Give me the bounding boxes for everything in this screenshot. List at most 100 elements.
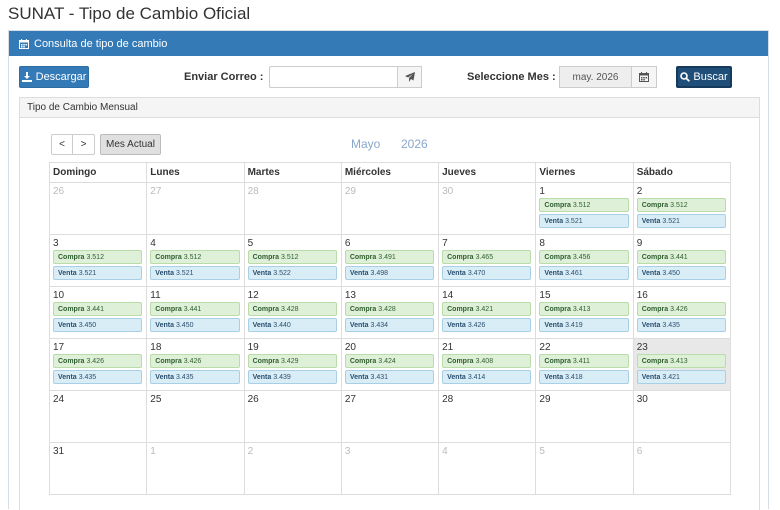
- calendar-day[interactable]: 24: [48, 390, 148, 443]
- calendar-day[interactable]: 20 Compra 3.424 Venta 3.431: [340, 338, 440, 391]
- venta-rate[interactable]: Venta 3.498: [344, 266, 435, 280]
- prev-month-button[interactable]: <: [51, 134, 73, 155]
- compra-rate[interactable]: Compra 3.512: [53, 250, 143, 264]
- calendar-day[interactable]: 2 Compra 3.512 Venta 3.521: [632, 182, 732, 235]
- venta-rate[interactable]: Venta 3.421: [636, 370, 726, 384]
- compra-rate[interactable]: Compra 3.465: [442, 250, 532, 264]
- venta-rate[interactable]: Venta 3.521: [53, 266, 143, 280]
- calendar-day[interactable]: 5 Compra 3.512 Venta 3.522: [243, 234, 342, 287]
- email-input[interactable]: [269, 66, 398, 88]
- calendar-day[interactable]: 5: [535, 442, 634, 495]
- compra-rate[interactable]: Compra 3.421: [442, 302, 532, 316]
- compra-rate[interactable]: Compra 3.441: [636, 250, 726, 264]
- calendar-day[interactable]: 11 Compra 3.441 Venta 3.450: [146, 286, 245, 339]
- calendar-day[interactable]: 21 Compra 3.408 Venta 3.414: [438, 338, 537, 391]
- calendar-day[interactable]: 29: [340, 182, 440, 235]
- venta-rate[interactable]: Venta 3.435: [53, 370, 143, 384]
- compra-rate[interactable]: Compra 3.441: [150, 302, 240, 316]
- calendar-day[interactable]: 2: [243, 442, 342, 495]
- buscar-button[interactable]: Buscar: [676, 66, 732, 88]
- compra-rate[interactable]: Compra 3.456: [539, 250, 629, 264]
- calendar-day[interactable]: 17 Compra 3.426 Venta 3.435: [48, 338, 148, 391]
- venta-rate[interactable]: Venta 3.522: [247, 266, 337, 280]
- compra-rate[interactable]: Compra 3.426: [150, 354, 240, 368]
- calendar-day[interactable]: 6 Compra 3.491 Venta 3.498: [340, 234, 440, 287]
- calendar-day[interactable]: 7 Compra 3.465 Venta 3.470: [438, 234, 537, 287]
- next-month-button[interactable]: >: [73, 134, 95, 155]
- venta-rate[interactable]: Venta 3.440: [247, 318, 337, 332]
- venta-rate[interactable]: Venta 3.434: [344, 318, 435, 332]
- compra-rate[interactable]: Compra 3.411: [539, 354, 629, 368]
- calendar-day[interactable]: 12 Compra 3.428 Venta 3.440: [243, 286, 342, 339]
- calendar-day[interactable]: 4 Compra 3.512 Venta 3.521: [146, 234, 245, 287]
- venta-rate[interactable]: Venta 3.419: [539, 318, 629, 332]
- calendar-day[interactable]: 23 Compra 3.413 Venta 3.421: [632, 338, 732, 391]
- calendar-day[interactable]: 31: [48, 442, 148, 495]
- compra-rate[interactable]: Compra 3.441: [53, 302, 143, 316]
- venta-rate[interactable]: Venta 3.470: [442, 266, 532, 280]
- compra-rate[interactable]: Compra 3.408: [442, 354, 532, 368]
- compra-rate[interactable]: Compra 3.512: [539, 198, 629, 212]
- venta-rate[interactable]: Venta 3.461: [539, 266, 629, 280]
- compra-rate[interactable]: Compra 3.428: [247, 302, 337, 316]
- current-month-button[interactable]: Mes Actual: [100, 134, 161, 155]
- calendar-day[interactable]: 26: [243, 390, 342, 443]
- venta-rate[interactable]: Venta 3.431: [344, 370, 435, 384]
- calendar-day[interactable]: 13 Compra 3.428 Venta 3.434: [340, 286, 440, 339]
- compra-rate[interactable]: Compra 3.428: [344, 302, 435, 316]
- venta-rate[interactable]: Venta 3.435: [636, 318, 726, 332]
- compra-label: Compra: [447, 357, 474, 365]
- venta-rate[interactable]: Venta 3.521: [150, 266, 240, 280]
- venta-rate[interactable]: Venta 3.426: [442, 318, 532, 332]
- calendar-day[interactable]: 6: [632, 442, 732, 495]
- venta-rate[interactable]: Venta 3.435: [150, 370, 240, 384]
- compra-rate[interactable]: Compra 3.491: [344, 250, 435, 264]
- calendar-day[interactable]: 1 Compra 3.512 Venta 3.521: [535, 182, 634, 235]
- send-email-button[interactable]: [398, 66, 422, 88]
- calendar-day[interactable]: 1: [146, 442, 245, 495]
- venta-rate[interactable]: Venta 3.439: [247, 370, 337, 384]
- compra-rate[interactable]: Compra 3.426: [53, 354, 143, 368]
- calendar-day[interactable]: 3 Compra 3.512 Venta 3.521: [48, 234, 148, 287]
- compra-value: 3.426: [86, 357, 104, 365]
- calendar-day[interactable]: 30: [632, 390, 732, 443]
- compra-rate[interactable]: Compra 3.512: [150, 250, 240, 264]
- compra-rate[interactable]: Compra 3.429: [247, 354, 337, 368]
- venta-rate[interactable]: Venta 3.414: [442, 370, 532, 384]
- calendar-day[interactable]: 27: [146, 182, 245, 235]
- calendar-day[interactable]: 15 Compra 3.413 Venta 3.419: [535, 286, 634, 339]
- compra-rate[interactable]: Compra 3.512: [247, 250, 337, 264]
- calendar-day[interactable]: 3: [340, 442, 440, 495]
- calendar-day[interactable]: 25: [146, 390, 245, 443]
- venta-rate[interactable]: Venta 3.450: [636, 266, 726, 280]
- month-picker-button[interactable]: [632, 66, 657, 88]
- calendar-day[interactable]: 4: [438, 442, 537, 495]
- calendar-day[interactable]: 16 Compra 3.426 Venta 3.435: [632, 286, 732, 339]
- compra-rate[interactable]: Compra 3.424: [344, 354, 435, 368]
- calendar-day[interactable]: 22 Compra 3.411 Venta 3.418: [535, 338, 634, 391]
- calendar-day[interactable]: 14 Compra 3.421 Venta 3.426: [438, 286, 537, 339]
- compra-rate[interactable]: Compra 3.426: [636, 302, 726, 316]
- toolbar: Descargar Enviar Correo : Seleccione Mes…: [9, 65, 768, 91]
- calendar-day[interactable]: 8 Compra 3.456 Venta 3.461: [535, 234, 634, 287]
- calendar-day[interactable]: 9 Compra 3.441 Venta 3.450: [632, 234, 732, 287]
- calendar-day[interactable]: 18 Compra 3.426 Venta 3.435: [146, 338, 245, 391]
- calendar-day[interactable]: 26: [48, 182, 148, 235]
- descargar-button[interactable]: Descargar: [19, 66, 89, 88]
- venta-rate[interactable]: Venta 3.418: [539, 370, 629, 384]
- calendar-day[interactable]: 30: [438, 182, 537, 235]
- calendar-day[interactable]: 28: [243, 182, 342, 235]
- calendar-day[interactable]: 19 Compra 3.429 Venta 3.439: [243, 338, 342, 391]
- calendar-day[interactable]: 10 Compra 3.441 Venta 3.450: [48, 286, 148, 339]
- compra-rate[interactable]: Compra 3.413: [636, 354, 726, 368]
- month-input[interactable]: may. 2026: [559, 66, 632, 88]
- compra-rate[interactable]: Compra 3.413: [539, 302, 629, 316]
- venta-rate[interactable]: Venta 3.521: [539, 214, 629, 228]
- venta-rate[interactable]: Venta 3.450: [150, 318, 240, 332]
- calendar-day[interactable]: 29: [535, 390, 634, 443]
- venta-rate[interactable]: Venta 3.450: [53, 318, 143, 332]
- calendar-day[interactable]: 28: [438, 390, 537, 443]
- venta-rate[interactable]: Venta 3.521: [636, 214, 726, 228]
- compra-rate[interactable]: Compra 3.512: [636, 198, 726, 212]
- calendar-day[interactable]: 27: [340, 390, 440, 443]
